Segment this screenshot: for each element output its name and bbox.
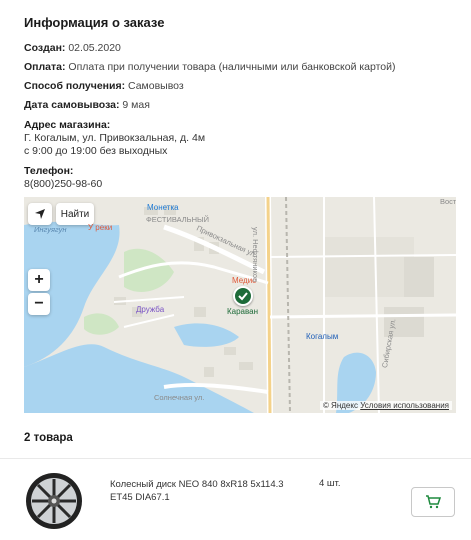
cart-icon <box>426 495 441 509</box>
delivery-row: Способ получения: Самовывоз <box>24 80 184 93</box>
map-copyright: © Яндекс <box>322 401 358 410</box>
add-to-cart-button[interactable] <box>411 487 455 517</box>
map-label-kogalym: Когалым <box>306 332 339 341</box>
phone-label: Телефон: <box>24 165 74 177</box>
map-label-solnechnaya: Солнечная ул. <box>154 393 205 402</box>
delivery-label: Способ получения: <box>24 80 126 92</box>
zoom-out-button[interactable]: − <box>28 293 50 315</box>
phone-value[interactable]: 8(800)250-98-60 <box>24 178 102 191</box>
map-attribution: © Яндекс Условия использования <box>319 401 452 410</box>
map-find-button[interactable]: Найти <box>56 203 94 225</box>
payment-label: Оплата: <box>24 61 66 73</box>
address-hours: с 9:00 до 19:00 без выходных <box>24 145 168 157</box>
address-block: Адрес магазина: Г. Когалым, ул. Привокза… <box>24 119 205 158</box>
map-label-u-reki: У реки <box>88 223 113 232</box>
product-qty: 4 шт. <box>319 478 341 489</box>
locate-button[interactable] <box>28 203 52 225</box>
map-label-inguyagun: Ингуягун <box>34 225 67 234</box>
payment-value: Оплата при получении товара (наличными и… <box>68 61 396 73</box>
pickup-date-value: 9 мая <box>122 99 150 111</box>
map-terms-link[interactable]: Условия использования <box>360 401 449 410</box>
payment-row: Оплата: Оплата при получении товара (нал… <box>24 61 396 74</box>
address-label: Адрес магазина: <box>24 119 111 131</box>
map-label-vost: Вост <box>440 197 456 206</box>
created-label: Создан: <box>24 42 66 54</box>
map-label-festival: ФЕСТИВАЛЬНЫЙ <box>146 215 210 224</box>
pickup-date-label: Дата самовывоза: <box>24 99 120 111</box>
map-label-moneta: Монетка <box>147 203 179 212</box>
zoom-in-button[interactable]: + <box>28 269 50 291</box>
section-divider <box>0 458 471 459</box>
store-pin-icon[interactable] <box>233 286 253 306</box>
order-info-title: Информация о заказе <box>24 15 165 30</box>
address-line1: Г. Когалым, ул. Привокзальная, д. 4м <box>24 132 206 144</box>
wheel-rim-image <box>26 473 82 529</box>
delivery-value: Самовывоз <box>128 80 184 92</box>
product-name[interactable]: Колесный диск NEO 840 8xR18 5x114.3 ET45… <box>110 478 300 504</box>
created-row: Создан: 02.05.2020 <box>24 42 121 55</box>
locate-arrow-icon <box>35 209 45 219</box>
pickup-date-row: Дата самовывоза: 9 мая <box>24 99 150 112</box>
store-map[interactable]: Найти + − У реки Монетка ФЕСТИВАЛЬНЫЙ Пр… <box>24 197 456 413</box>
map-label-neftyanikov: ул. Нефтяников <box>251 227 260 283</box>
phone-block: Телефон: 8(800)250-98-60 <box>24 165 102 191</box>
items-section-title: 2 товара <box>24 432 73 444</box>
map-label-druzhba: Дружба <box>136 305 165 314</box>
created-value: 02.05.2020 <box>68 42 121 54</box>
checkmark-icon <box>238 292 248 301</box>
map-label-karavan: Караван <box>227 307 259 316</box>
